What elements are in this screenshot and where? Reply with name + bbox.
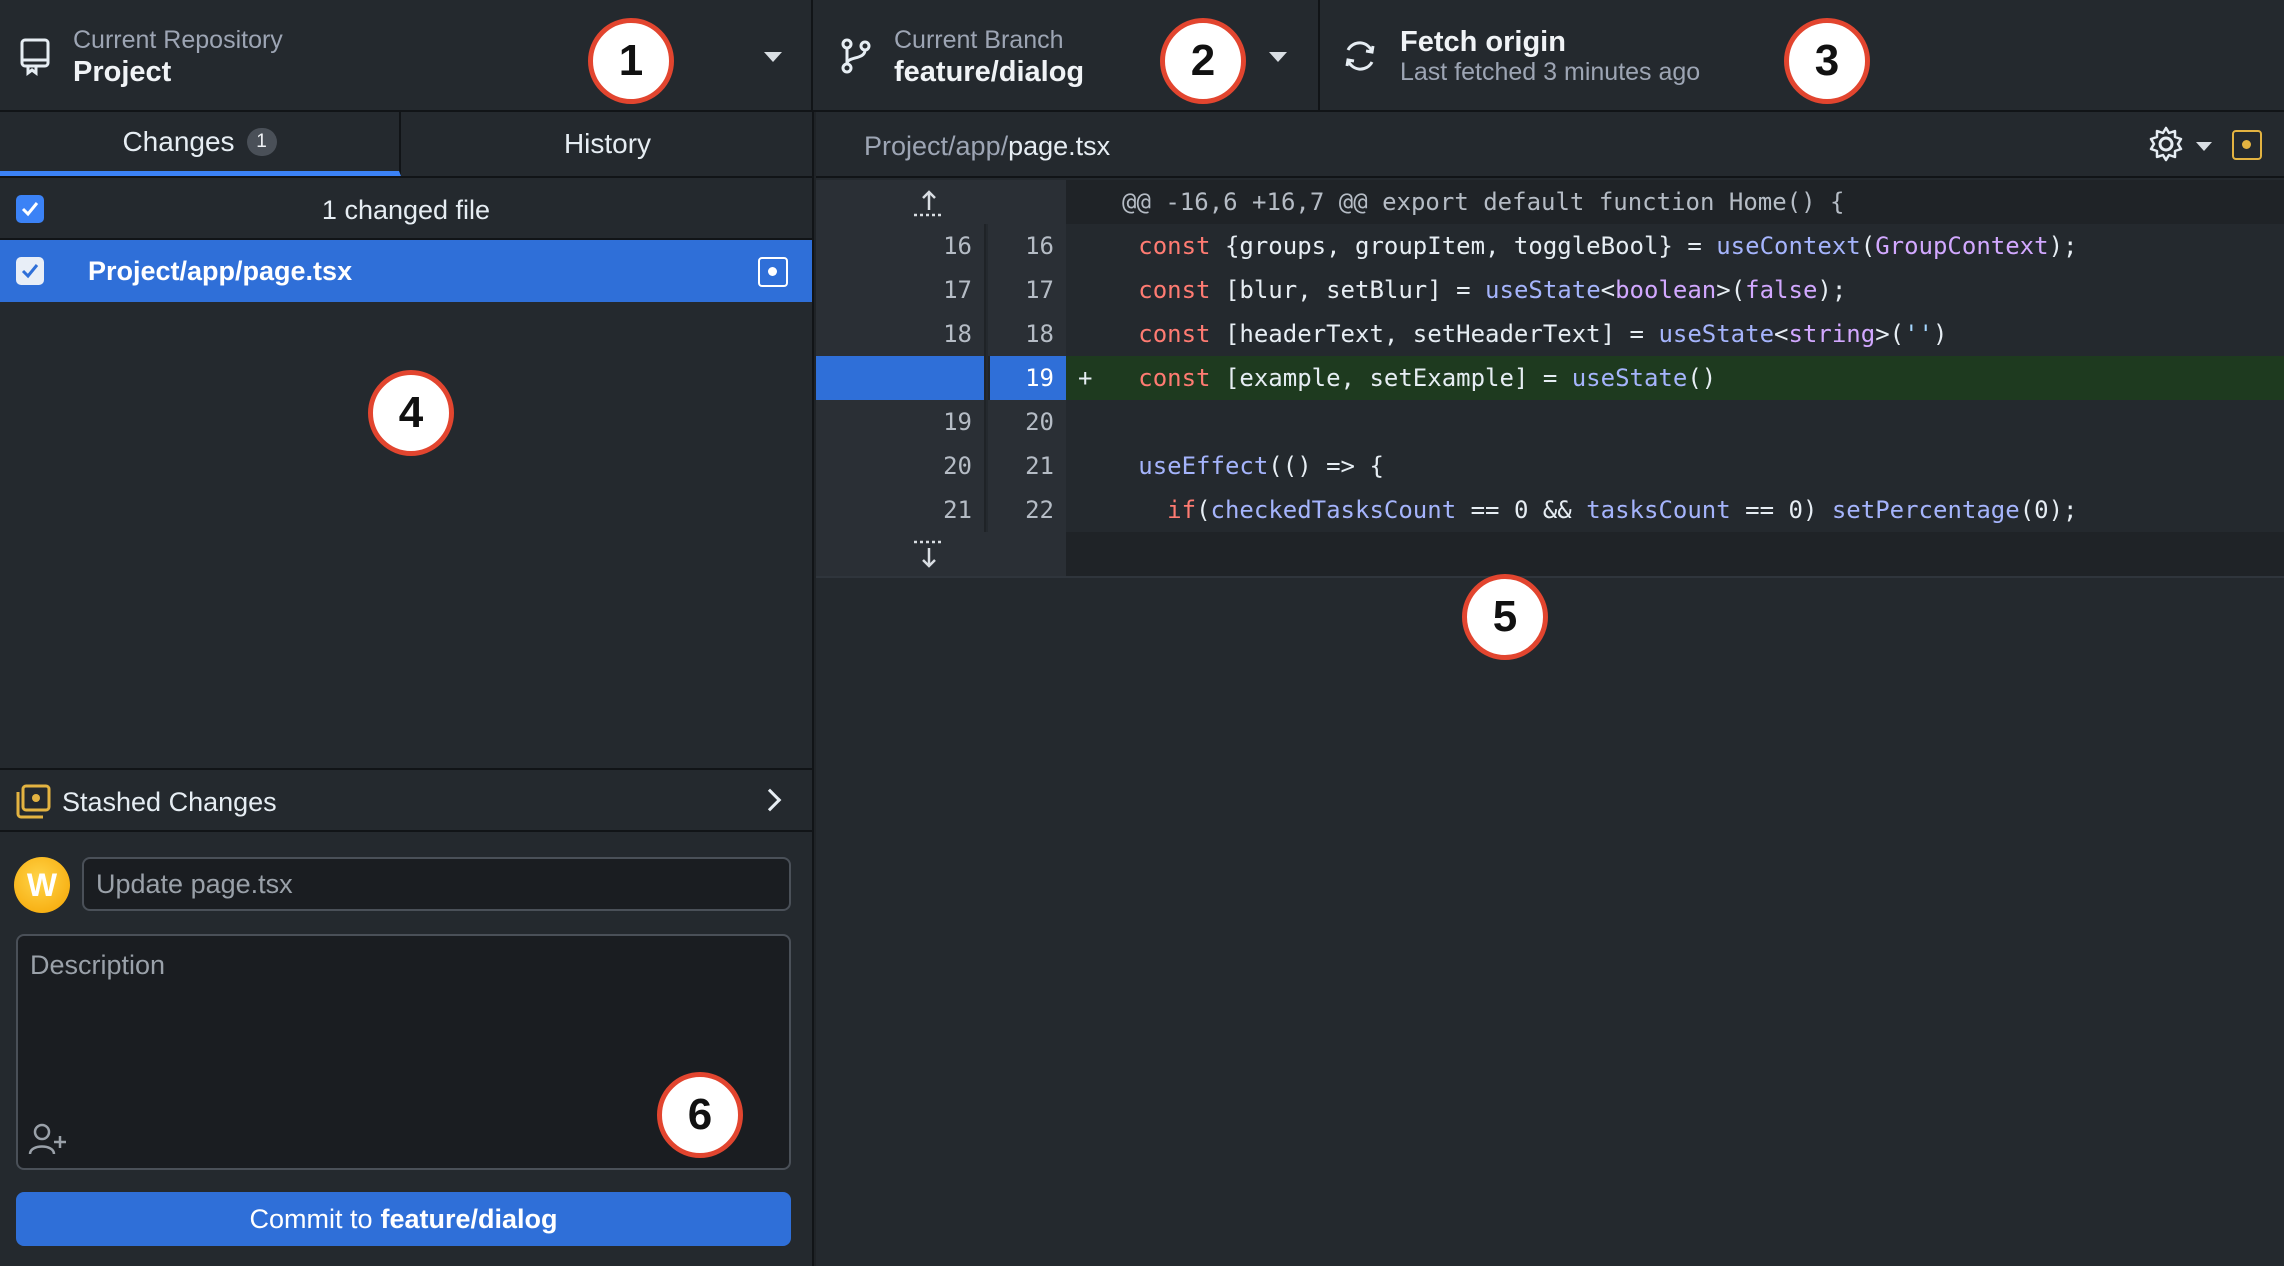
line-select-gutter [816,488,850,532]
diff-file-path: Project/app/page.tsx [864,131,1110,162]
expand-up-icon [914,190,944,217]
repository-name: Project [73,56,172,88]
repository-sub-label: Current Repository [73,26,283,54]
new-line-number: 19 [988,356,1066,400]
chevron-right-icon [758,788,782,812]
caret-down-icon [1269,52,1287,62]
expand-up-button[interactable] [816,180,1066,224]
expand-down-button[interactable] [816,532,1066,576]
old-line-number: 18 [850,312,986,356]
modified-file-icon [2232,130,2262,160]
commit-button-prefix: Commit to [249,1203,373,1234]
code-line: if(checkedTasksCount == 0 && tasksCount … [1167,496,2078,524]
line-select-gutter [816,224,850,268]
new-line-number: 21 [988,444,1066,488]
diff-header: Project/app/page.tsx [816,112,2284,178]
gear-icon[interactable] [2146,124,2186,164]
tab-history-label: History [563,128,652,159]
old-line-number [850,356,986,400]
tab-history[interactable]: History [403,112,812,176]
callout-4: 4 [368,370,454,456]
callout-3: 3 [1784,18,1870,104]
diff-line[interactable]: 19 20 [816,400,2284,444]
diff-path-file: page.tsx [1008,131,1111,161]
commit-button[interactable]: Commit to feature/dialog [16,1192,791,1246]
expand-down-row [816,532,2284,578]
callout-6: 6 [657,1072,743,1158]
code-line: const [blur, setBlur] = useState<boolean… [1138,276,1847,304]
fetch-last-fetched: Last fetched 3 minutes ago [1400,58,1701,86]
hunk-header-row: @@ -16,6 +16,7 @@ export default functio… [816,180,2284,224]
diff-pane: Project/app/page.tsx @@ -16,6 +16,7 @@ e… [816,112,2284,1266]
caret-down-icon[interactable] [2196,142,2212,151]
diff-path-dir: Project/app/ [864,131,1009,161]
repo-icon [20,38,50,76]
branch-icon [841,38,871,74]
line-select-gutter [816,444,850,488]
changed-files-header: 1 changed file [0,178,812,240]
new-line-number: 16 [988,224,1066,268]
old-line-number: 17 [850,268,986,312]
repository-selector[interactable]: Current Repository Project [0,0,813,112]
stash-icon [16,784,51,819]
old-line-number: 19 [850,400,986,444]
expand-down-icon [914,540,944,568]
old-line-number: 16 [850,224,986,268]
toolbar: Current Repository Project Current Branc… [0,0,2284,112]
file-checkbox[interactable] [16,257,44,285]
line-select-gutter [816,312,850,356]
old-line-number: 20 [850,444,986,488]
callout-1: 1 [588,18,674,104]
branch-sub-label: Current Branch [894,26,1064,54]
new-line-number: 22 [988,488,1066,532]
callout-5: 5 [1462,574,1548,660]
line-select-gutter[interactable] [816,356,884,400]
line-select-gutter [816,400,850,444]
avatar: W [14,857,70,913]
code-line: useEffect(() => { [1138,452,1384,480]
diff-line[interactable]: 20 21 useEffect(() => { [816,444,2284,488]
diff-line[interactable]: 18 18 const [headerText, setHeaderText] … [816,312,2284,356]
branch-name: feature/dialog [894,56,1085,88]
line-select-gutter [816,268,850,312]
caret-down-icon [764,52,782,62]
new-line-number: 20 [988,400,1066,444]
sync-icon [1345,41,1375,71]
tab-changes[interactable]: Changes 1 [0,112,401,176]
sidebar-tabs: Changes 1 History [0,112,812,178]
diff-line[interactable]: 21 22 if(checkedTasksCount == 0 && tasks… [816,488,2284,532]
code-line: const {groups, groupItem, toggleBool} = … [1138,232,2078,260]
code-line: const [headerText, setHeaderText] = useS… [1138,320,1948,348]
diff-line[interactable]: 17 17 const [blur, setBlur] = useState<b… [816,268,2284,312]
changed-file-row[interactable]: Project/app/page.tsx [0,240,812,302]
modified-file-icon [758,257,788,287]
stashed-changes-row[interactable]: Stashed Changes [0,768,812,832]
changes-count-badge: 1 [246,127,277,156]
check-icon [21,264,39,279]
changed-file-path: Project/app/page.tsx [88,256,353,286]
old-line-number: 21 [850,488,986,532]
commit-summary-input[interactable] [82,857,791,911]
changed-files-count: 1 changed file [321,195,491,225]
stashed-changes-label: Stashed Changes [62,787,277,817]
new-line-number: 18 [988,312,1066,356]
add-coauthor-icon[interactable] [28,1122,68,1156]
diff-line[interactable]: 16 16 const {groups, groupItem, toggleBo… [816,224,2284,268]
commit-button-branch: feature/dialog [380,1203,558,1234]
fetch-title: Fetch origin [1400,26,1566,58]
hunk-header-text: @@ -16,6 +16,7 @@ export default functio… [1122,188,1845,216]
tab-changes-label: Changes [122,125,235,157]
diff-line-added[interactable]: 19 + const [example, setExample] = useSt… [816,356,2284,400]
callout-2: 2 [1160,18,1246,104]
code-line: const [example, setExample] = useState() [1138,364,1717,392]
new-line-number: 17 [988,268,1066,312]
description-placeholder: Description [30,950,166,980]
